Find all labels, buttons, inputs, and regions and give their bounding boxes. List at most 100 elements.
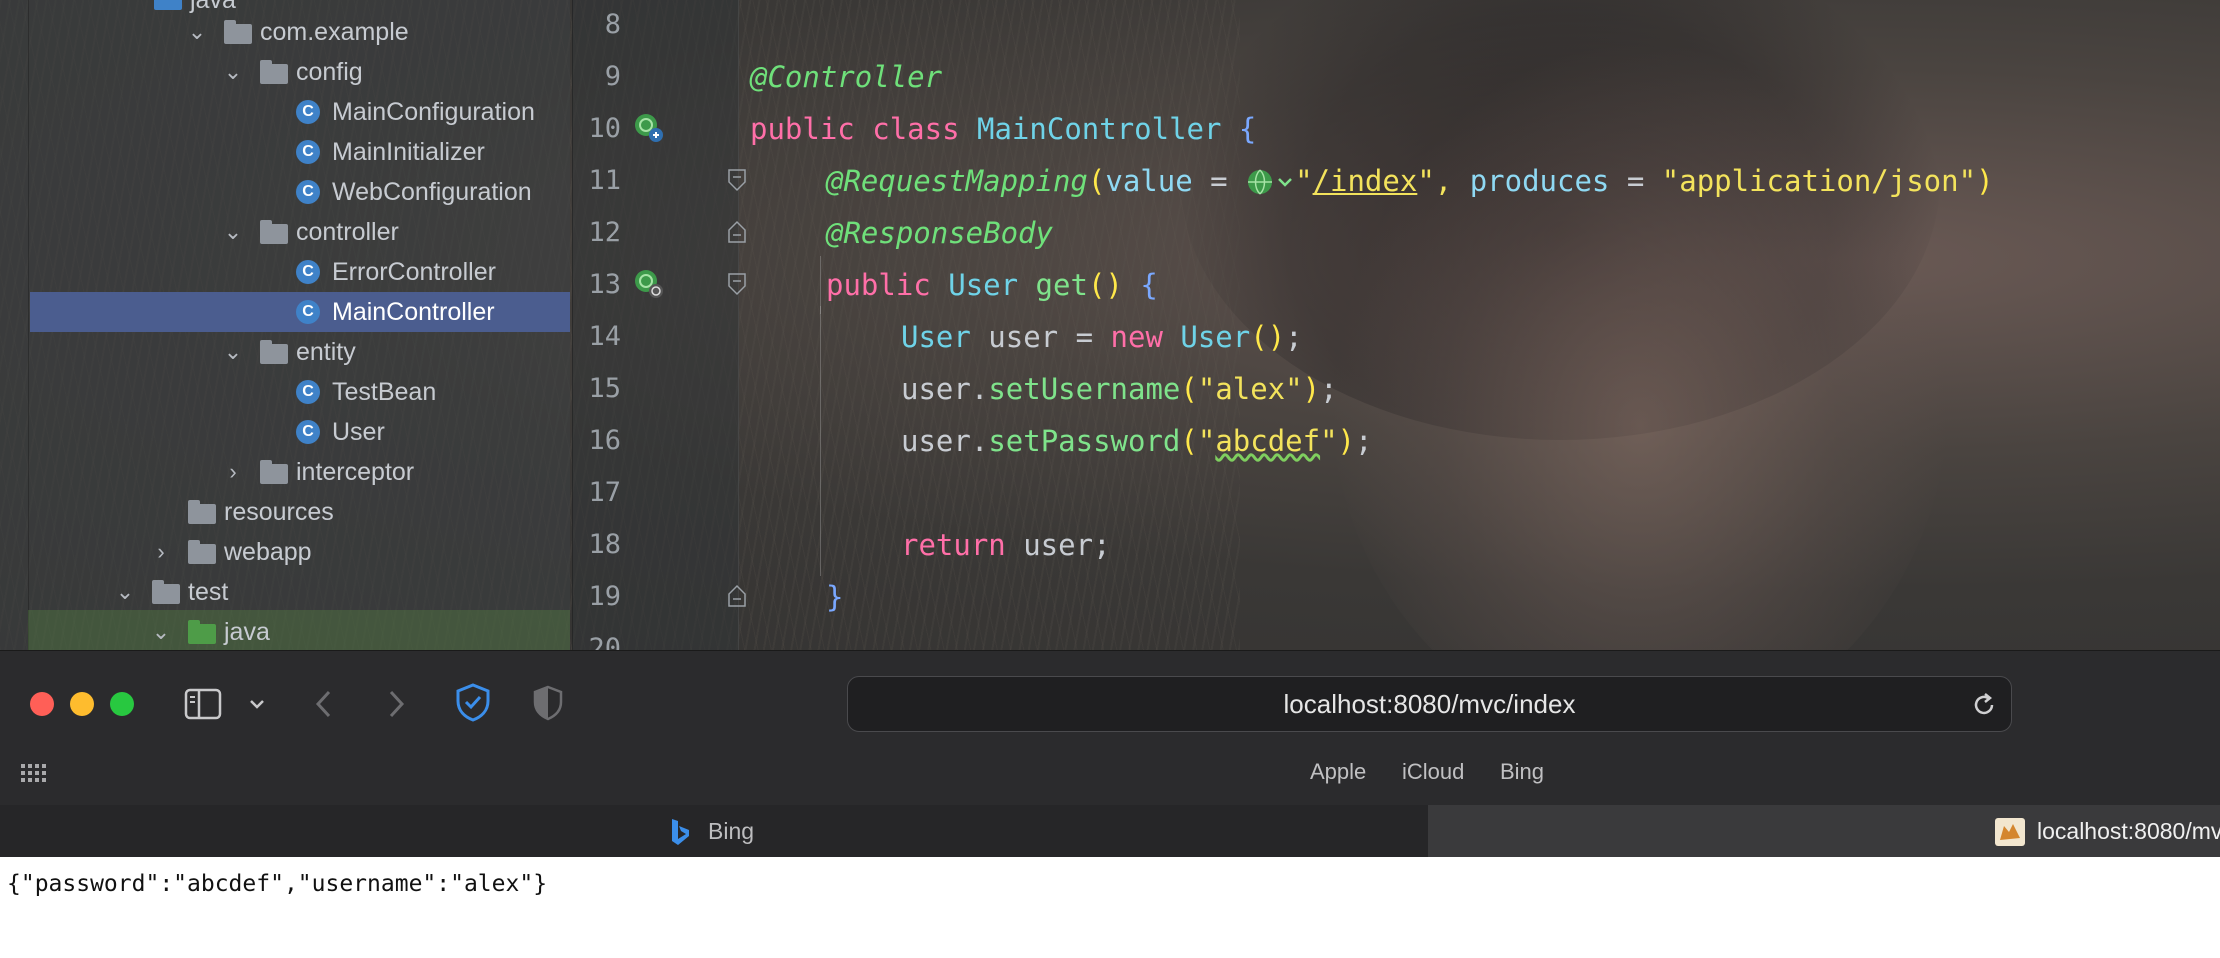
test-source-folder-icon [188,620,216,644]
tree-item-test-java[interactable]: ⌄ java [0,612,570,650]
package-icon [224,20,252,44]
line-number: 20 [588,633,621,650]
chevron-right-icon[interactable]: › [150,539,172,565]
typo-warning[interactable]: abcdef [1215,424,1320,458]
address-bar[interactable]: localhost:8080/mvc/index [847,676,2012,732]
reload-icon[interactable] [1971,692,1997,718]
tree-item-interceptor[interactable]: › interceptor [0,452,570,492]
mapping-path-link[interactable]: /index [1313,164,1418,198]
tree-item-controller[interactable]: ⌄ controller [0,212,570,252]
fold-marker-icon[interactable] [727,168,747,192]
address-bar-url[interactable]: localhost:8080/mvc/index [848,677,2011,731]
code-line-19: } [826,580,844,614]
ide-window: java ⌄ com.example ⌄ config C MainConfig… [0,0,2220,650]
chevron-down-icon[interactable]: ⌄ [150,619,172,645]
class-icon: C [296,420,320,444]
favorite-apple[interactable]: Apple [1310,751,1366,793]
tree-item-com-example[interactable]: ⌄ com.example [0,12,570,52]
close-window-button[interactable] [30,692,54,716]
privacy-shield-icon[interactable] [452,681,494,723]
tree-item-testbean[interactable]: C TestBean [0,372,570,412]
chevron-down-icon[interactable] [246,693,268,715]
line-number: 18 [588,529,621,560]
tree-item-errorcontroller[interactable]: C ErrorController [0,252,570,292]
favorite-bing[interactable]: Bing [1500,751,1544,793]
chevron-right-icon[interactable]: › [222,459,244,485]
editor-gutter: 8 9 10 11 12 13 14 15 16 17 18 19 20 [572,0,746,650]
class-icon: C [296,180,320,204]
tab-localhost[interactable]: localhost:8080/mvc/index [1429,805,2220,857]
line-number: 11 [588,165,621,196]
fold-marker-icon[interactable] [727,272,747,296]
line-number: 17 [588,477,621,508]
chevron-down-icon[interactable]: ⌄ [114,579,136,605]
folder-icon [152,580,180,604]
back-arrow-icon[interactable] [312,687,336,721]
browser-toolbar: localhost:8080/mvc/index Apple iCloud Bi… [0,650,2220,806]
project-tree: java ⌄ com.example ⌄ config C MainConfig… [0,0,570,650]
shield-extension-icon[interactable] [530,683,566,723]
grid-icon[interactable] [20,763,48,783]
spring-bean-icon[interactable] [633,112,665,144]
code-line-9: @Controller [750,60,943,94]
chevron-down-icon[interactable]: ⌄ [222,219,244,245]
tab-bar: Bing localhost:8080/mvc/index [0,805,2220,857]
fold-marker-icon[interactable] [727,584,747,608]
zoom-window-button[interactable] [110,692,134,716]
page-content: {"password":"abcdef","username":"alex"} [0,857,2220,958]
tab-label: Bing [708,818,755,844]
code-line-11: @RequestMapping(value = "/index", produc… [826,164,1994,198]
class-icon: C [296,140,320,164]
line-number: 14 [588,321,621,352]
web-folder-icon [188,540,216,564]
favorite-icloud[interactable]: iCloud [1402,751,1464,793]
chevron-down-icon[interactable]: ⌄ [186,19,208,45]
package-icon [260,460,288,484]
line-number: 19 [588,581,621,612]
minimize-window-button[interactable] [70,692,94,716]
code-editor[interactable]: @Controller public class MainController … [750,0,2220,650]
chevron-down-icon[interactable]: ⌄ [222,59,244,85]
indent-guide [820,306,821,576]
code-line-15: user.setUsername("alex"); [901,372,1338,406]
favorites-bar: Apple iCloud Bing [0,751,2220,806]
tree-item-entity[interactable]: ⌄ entity [0,332,570,372]
web-endpoint-icon[interactable] [633,268,665,300]
globe-icon[interactable] [1245,167,1275,197]
forward-arrow-icon[interactable] [384,687,408,721]
chevron-down-icon[interactable]: ⌄ [222,339,244,365]
line-number: 13 [588,269,621,300]
code-line-12: @ResponseBody [826,216,1053,250]
tree-item-maininitializer[interactable]: C MainInitializer [0,132,570,172]
json-response-text: {"password":"abcdef","username":"alex"} [7,871,548,897]
class-icon: C [296,100,320,124]
sidebar-toggle-icon[interactable] [184,687,224,721]
code-line-10: public class MainController { [750,112,1257,146]
fold-marker-icon[interactable] [727,220,747,244]
tree-item-maincontroller[interactable]: C MainController [30,292,570,332]
code-line-13: public User get() { [826,268,1158,302]
line-number: 16 [588,425,621,456]
resources-folder-icon [188,500,216,524]
package-icon [260,60,288,84]
chevron-down-icon[interactable] [1275,167,1295,197]
tab-label: localhost:8080/mvc/index [2037,818,2220,844]
source-folder-icon [154,0,182,10]
line-number: 8 [604,9,621,40]
class-icon: C [296,300,320,324]
class-icon: C [296,380,320,404]
tree-item-config[interactable]: ⌄ config [0,52,570,92]
tree-item-mainconfiguration[interactable]: C MainConfiguration [0,92,570,132]
tree-item-webapp[interactable]: › webapp [0,532,570,572]
bing-icon [672,819,689,845]
tomcat-favicon-icon [1995,818,2025,846]
tree-item-resources[interactable]: resources [0,492,570,532]
tree-item-test[interactable]: ⌄ test [0,572,570,612]
line-number: 15 [588,373,621,404]
code-line-16: user.setPassword("abcdef"); [901,424,1373,458]
tree-item-user[interactable]: C User [0,412,570,452]
tab-bing[interactable]: Bing [0,805,1429,857]
tree-item-webconfiguration[interactable]: C WebConfiguration [0,172,570,212]
code-line-14: User user = new User(); [901,320,1303,354]
class-icon: C [296,260,320,284]
